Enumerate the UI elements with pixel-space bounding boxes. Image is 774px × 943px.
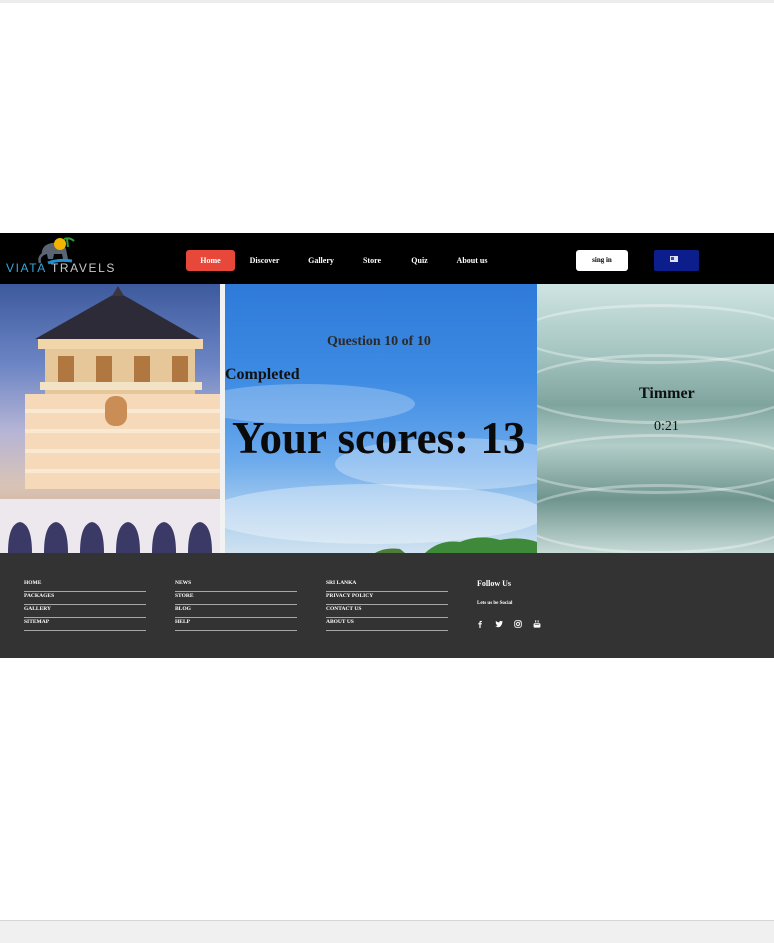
nav-discover[interactable]: Discover <box>235 250 294 271</box>
question-progress: Question 10 of 10 <box>327 334 431 349</box>
follow-us-heading: Follow Us <box>477 579 511 588</box>
footer-link-help[interactable]: HELP <box>175 618 297 631</box>
twitter-icon[interactable] <box>495 620 503 628</box>
footer-link-sri-lanka[interactable]: SRI LANKA <box>326 579 448 592</box>
youtube-icon[interactable] <box>533 620 541 628</box>
footer: HOME PACKAGES GALLERY SITEMAP NEWS STORE… <box>0 553 774 658</box>
nav-gallery[interactable]: Gallery <box>294 250 348 271</box>
language-button[interactable] <box>654 250 699 271</box>
quiz-status: Completed <box>225 366 300 383</box>
footer-link-blog[interactable]: BLOG <box>175 605 297 618</box>
temple-illustration <box>0 286 220 553</box>
nav-about-us[interactable]: About us <box>443 250 501 271</box>
page-top-border <box>0 0 774 3</box>
brand-name-part2: TRAVELS <box>50 261 116 275</box>
footer-link-privacy-policy[interactable]: PRIVACY POLICY <box>326 592 448 605</box>
nav-quiz[interactable]: Quiz <box>396 250 443 271</box>
footer-link-sitemap[interactable]: SITEMAP <box>24 618 146 631</box>
footer-link-contact-us[interactable]: CONTACT US <box>326 605 448 618</box>
footer-link-gallery[interactable]: GALLERY <box>24 605 146 618</box>
footer-link-store[interactable]: STORE <box>175 592 297 605</box>
temple-image <box>0 284 220 553</box>
timer-title: Timmer <box>639 385 695 402</box>
nav-home[interactable]: Home <box>186 250 235 271</box>
sign-in-button[interactable]: sing in <box>576 250 628 271</box>
decor-ring <box>537 484 774 553</box>
footer-column-3: SRI LANKA PRIVACY POLICY CONTACT US ABOU… <box>326 579 448 631</box>
navbar: VIATA TRAVELS Home Discover Gallery Stor… <box>0 233 774 284</box>
timer-value: 0:21 <box>654 419 679 434</box>
footer-link-news[interactable]: NEWS <box>175 579 297 592</box>
score-panel: Question 10 of 10 Completed Your scores:… <box>225 284 537 553</box>
brand-name: VIATA TRAVELS <box>6 261 116 275</box>
follow-us-subtitle: Lets us be Social <box>477 601 513 606</box>
footer-column-2: NEWS STORE BLOG HELP <box>175 579 297 631</box>
facebook-icon[interactable] <box>476 620 484 628</box>
browser-bottom-bar <box>0 920 774 943</box>
flag-icon <box>670 256 678 262</box>
footer-link-about-us[interactable]: ABOUT US <box>326 618 448 631</box>
instagram-icon[interactable] <box>514 620 522 628</box>
social-links <box>476 620 541 628</box>
footer-link-home[interactable]: HOME <box>24 579 146 592</box>
quiz-result-section: Question 10 of 10 Completed Your scores:… <box>0 284 774 553</box>
main-menu: Home Discover Gallery Store Quiz About u… <box>186 250 501 271</box>
footer-link-packages[interactable]: PACKAGES <box>24 592 146 605</box>
timer-panel: Timmer 0:21 <box>537 284 774 553</box>
footer-column-1: HOME PACKAGES GALLERY SITEMAP <box>24 579 146 631</box>
brand-logo[interactable]: VIATA TRAVELS <box>6 235 116 281</box>
score-text: Your scores: 13 <box>232 413 526 463</box>
brand-name-part1: VIATA <box>6 261 47 275</box>
nav-store[interactable]: Store <box>348 250 396 271</box>
